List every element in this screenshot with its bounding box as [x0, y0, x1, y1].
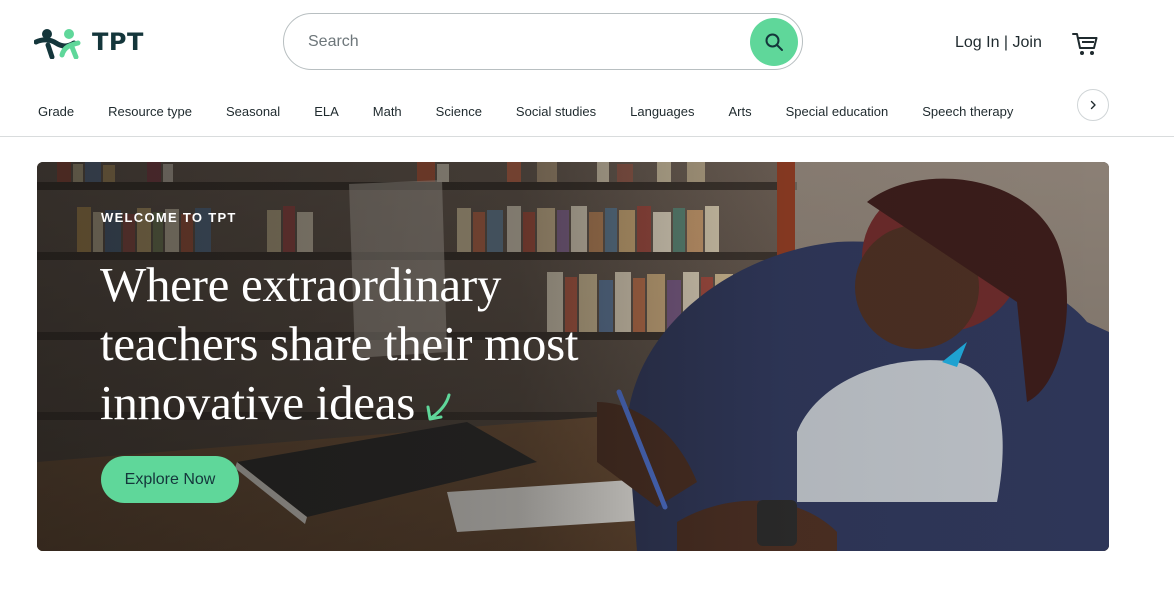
category-social-studies[interactable]: Social studies — [516, 104, 596, 119]
logo-mark-icon — [34, 29, 81, 59]
category-nav: Grade Resource type Seasonal ELA Math Sc… — [0, 86, 1174, 137]
category-list: Grade Resource type Seasonal ELA Math Sc… — [38, 98, 1058, 124]
category-resource-type[interactable]: Resource type — [108, 104, 192, 119]
category-ela[interactable]: ELA — [314, 104, 339, 119]
explore-now-button[interactable]: Explore Now — [101, 456, 239, 503]
category-grade[interactable]: Grade — [38, 104, 74, 119]
tpt-logo[interactable]: TPT — [34, 25, 144, 59]
hero-headline-line-1: Where extraordinary — [100, 257, 502, 312]
squiggle-arrow-icon — [426, 393, 451, 421]
hero-headline-line-3-wrap: innovative ideas — [100, 373, 700, 432]
category-science[interactable]: Science — [436, 104, 482, 119]
category-special-education[interactable]: Special education — [786, 104, 889, 119]
category-languages[interactable]: Languages — [630, 104, 694, 119]
hero-headline-line-3: innovative ideas — [100, 375, 415, 430]
hero-banner: WELCOME TO TPT Where extraordinary teach… — [37, 162, 1109, 551]
login-join-link[interactable]: Log In | Join — [955, 34, 1042, 52]
search-icon — [765, 33, 783, 51]
site-header: TPT Log In | Join — [0, 0, 1174, 86]
logo-text: TPT — [92, 28, 144, 56]
category-seasonal[interactable]: Seasonal — [226, 104, 280, 119]
chevron-right-icon — [1090, 100, 1096, 110]
search-bar — [283, 13, 803, 70]
hero-headline-line-2: teachers share their most — [100, 316, 579, 371]
category-speech-therapy[interactable]: Speech therapy — [922, 104, 1013, 119]
search-button[interactable] — [750, 18, 798, 66]
category-fade — [1010, 86, 1080, 136]
category-arts[interactable]: Arts — [728, 104, 751, 119]
hero-eyebrow: WELCOME TO TPT — [101, 210, 237, 225]
cart-icon[interactable] — [1072, 31, 1098, 57]
search-input[interactable] — [308, 28, 738, 56]
category-math[interactable]: Math — [373, 104, 402, 119]
category-next-button[interactable] — [1077, 89, 1109, 121]
hero-headline: Where extraordinary teachers share their… — [100, 255, 700, 432]
